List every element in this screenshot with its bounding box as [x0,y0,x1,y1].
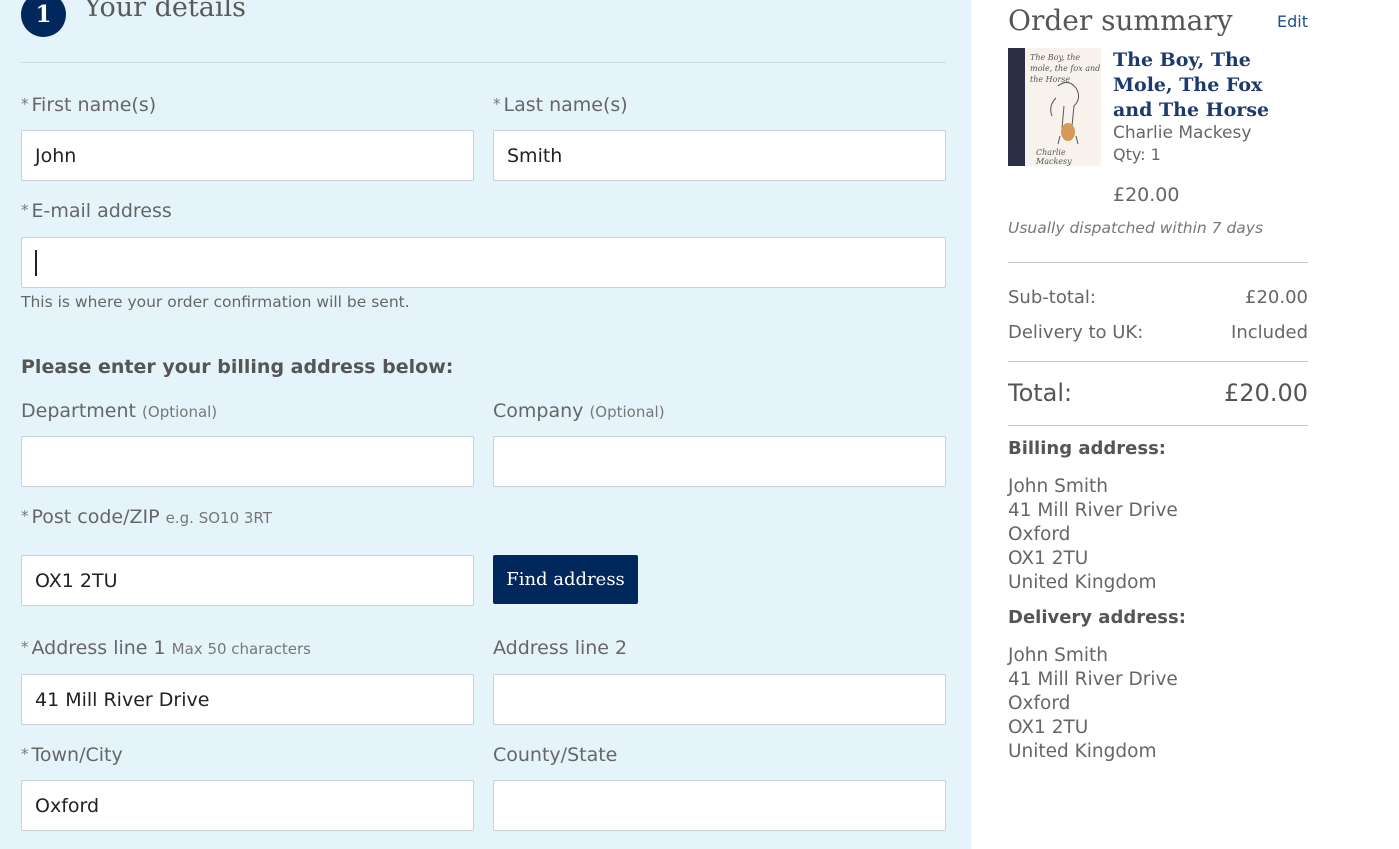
edit-link[interactable]: Edit [1277,12,1308,31]
book-quantity: Qty: 1 [1113,145,1161,164]
total-row: Total: £20.00 [1008,379,1308,407]
address-line: John Smith [1008,476,1108,497]
county-label: County/State [493,744,618,766]
delivery-row: Delivery to UK: Included [1008,322,1308,343]
email-input[interactable] [21,237,946,288]
address-line-2-input[interactable] [493,674,946,725]
address-line-2-label: Address line 2 [493,637,628,659]
text-caret [35,249,37,276]
order-summary-title: Order summary [1008,4,1233,37]
department-input[interactable] [21,436,474,487]
billing-address-heading: Please enter your billing address below: [21,356,454,378]
cover-illustration-icon [1050,82,1080,145]
details-form-panel: 1 Your details * First name(s) * Last name… [0,0,971,849]
department-label: Department (Optional) [21,400,218,422]
company-input[interactable] [493,436,946,487]
address-line: 41 Mill River Drive [1008,500,1178,521]
total-label: Total: [1008,379,1073,407]
address-line: 41 Mill River Drive [1008,669,1178,690]
delivery-address-block: John Smith 41 Mill River Drive Oxford OX… [1008,644,1178,764]
divider [1008,361,1308,362]
first-name-label: * First name(s) [21,94,157,116]
dispatch-note: Usually dispatched within 7 days [1008,219,1264,237]
address-line: United Kingdom [1008,741,1157,762]
address-line: John Smith [1008,645,1108,666]
address-line: Oxford [1008,524,1071,545]
address-line: OX1 2TU [1008,548,1089,569]
postcode-input[interactable]: OX1 2TU [21,555,474,606]
cover-signature: Charlie Mackesy [1036,148,1072,166]
town-input[interactable]: Oxford [21,780,474,831]
first-name-input[interactable]: John [21,130,474,181]
find-address-button[interactable]: Find address [493,555,638,604]
address-line: Oxford [1008,693,1071,714]
address-line: OX1 2TU [1008,717,1089,738]
book-spine [1008,48,1025,166]
email-label: * E-mail address [21,200,172,222]
step-number-badge: 1 [21,0,66,37]
divider [1008,262,1308,263]
address-line-1-input[interactable]: 41 Mill River Drive [21,674,474,725]
subtotal-label: Sub-total: [1008,287,1096,308]
divider [1008,425,1308,426]
book-author: Charlie Mackesy [1113,123,1252,143]
billing-address-block: John Smith 41 Mill River Drive Oxford OX… [1008,475,1178,595]
county-input[interactable] [493,780,946,831]
subtotal-value: £20.00 [1245,287,1308,308]
step-header: 1 Your details [21,0,246,37]
book-cover-image[interactable]: The Boy, the mole, the fox and the Horse… [1008,48,1101,166]
delivery-value: Included [1231,322,1308,343]
address-line: United Kingdom [1008,572,1157,593]
last-name-input[interactable]: Smith [493,130,946,181]
delivery-label: Delivery to UK: [1008,322,1144,343]
last-name-label: * Last name(s) [493,94,628,116]
subtotal-row: Sub-total: £20.00 [1008,287,1308,308]
town-label: * Town/City [21,744,123,766]
step-title: Your details [84,0,246,23]
book-title-link[interactable]: The Boy, The Mole, The Fox and The Horse [1113,48,1308,123]
email-helper-text: This is where your order confirmation wi… [21,293,410,311]
company-label: Company (Optional) [493,400,665,422]
billing-address-title: Billing address: [1008,438,1166,459]
total-value: £20.00 [1224,379,1308,407]
address-line-1-label: * Address line 1 Max 50 characters [21,637,311,659]
postcode-label: * Post code/ZIP e.g. SO10 3RT [21,506,272,528]
delivery-address-title: Delivery address: [1008,607,1186,628]
divider [21,62,946,63]
book-price: £20.00 [1113,184,1180,206]
